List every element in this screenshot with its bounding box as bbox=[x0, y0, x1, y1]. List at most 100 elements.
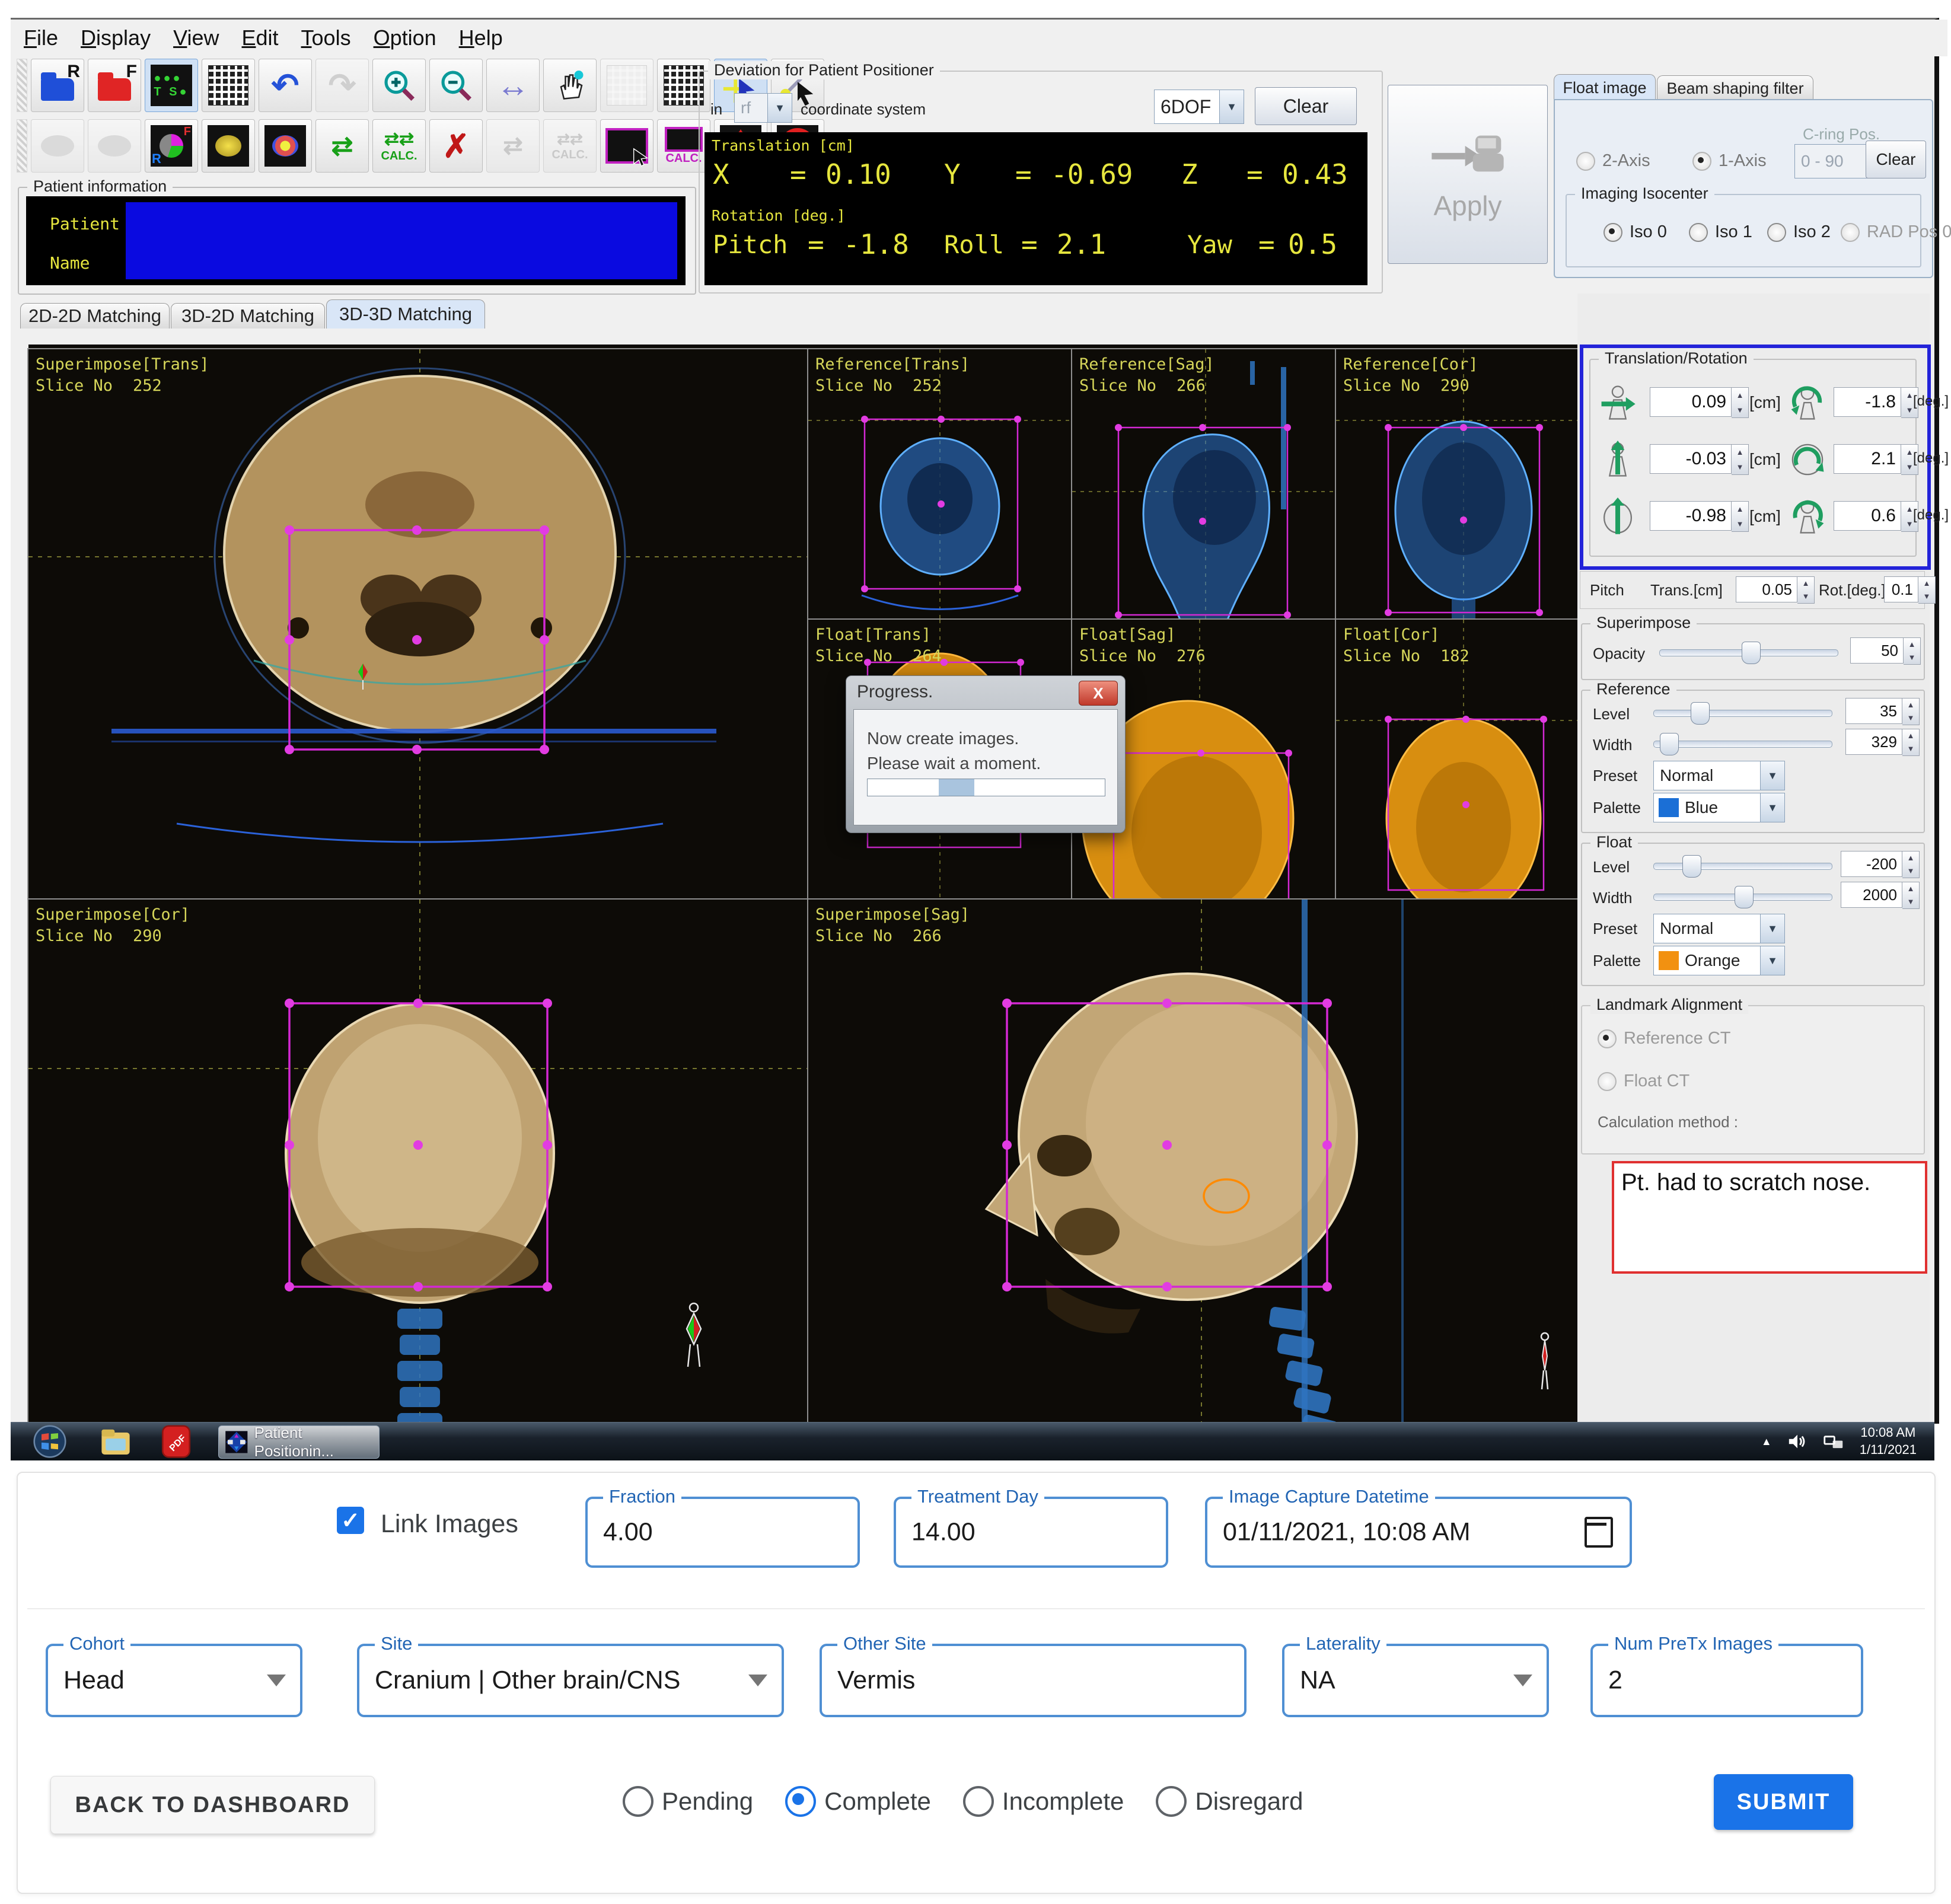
taskbar-app-button[interactable]: Patient Positionin... bbox=[218, 1425, 380, 1459]
tab-beam-shaping-filter[interactable]: Beam shaping filter bbox=[1657, 75, 1813, 101]
cohort-dropdown-icon[interactable] bbox=[267, 1675, 286, 1686]
viewport-superimpose-sag[interactable]: Superimpose[Sag] Slice No266 bbox=[808, 900, 1588, 1441]
menu-tools[interactable]: Tools bbox=[301, 25, 351, 50]
float-width-slider-thumb[interactable] bbox=[1735, 886, 1754, 908]
menu-edit[interactable]: Edit bbox=[241, 25, 278, 50]
radio-incomplete[interactable]: Incomplete bbox=[963, 1786, 1124, 1817]
site-field[interactable]: Site Cranium | Other brain/CNS bbox=[357, 1644, 784, 1717]
reference-ct-radio[interactable]: Reference CT bbox=[1598, 1029, 1731, 1048]
coordinate-system-combo[interactable]: rf▼ bbox=[734, 93, 792, 123]
trans-x-spin-arrows-icon[interactable]: ▲▼ bbox=[1732, 387, 1749, 418]
zoom-in-button[interactable] bbox=[372, 59, 426, 112]
laterality-dropdown-icon[interactable] bbox=[1513, 1675, 1532, 1686]
cohort-field[interactable]: Cohort Head bbox=[46, 1644, 302, 1717]
axis-grid-button[interactable] bbox=[600, 59, 653, 112]
menu-option[interactable]: Option bbox=[374, 25, 436, 50]
other-site-field[interactable]: Other Site Vermis bbox=[820, 1644, 1247, 1717]
viewport-float-cor[interactable]: Float[Cor] Slice No182 bbox=[1336, 620, 1588, 900]
explorer-taskbar-icon[interactable] bbox=[100, 1426, 132, 1457]
progress-close-button[interactable]: X bbox=[1079, 681, 1118, 706]
pitch-rot-spin-arrows-icon[interactable]: ▲▼ bbox=[1918, 576, 1936, 604]
tab-float-image[interactable]: Float image bbox=[1554, 74, 1656, 101]
pan-button[interactable]: ↔ bbox=[486, 59, 540, 112]
ref-level-slider-thumb[interactable] bbox=[1691, 702, 1710, 725]
float-level-slider[interactable] bbox=[1653, 863, 1832, 870]
axis-2-radio[interactable]: 2-Axis bbox=[1576, 151, 1650, 171]
back-to-dashboard-button[interactable]: BACK TO DASHBOARD bbox=[50, 1776, 375, 1834]
trans-y-spin-arrows-icon[interactable]: ▲▼ bbox=[1732, 444, 1749, 475]
fraction-field[interactable]: Fraction 4.00 bbox=[585, 1497, 860, 1568]
rad-pos-0-radio[interactable]: RAD Pos 0 bbox=[1841, 222, 1951, 242]
iso-1-radio[interactable]: Iso 1 bbox=[1689, 222, 1752, 242]
start-button-icon[interactable] bbox=[33, 1425, 66, 1458]
viewport-reference-cor[interactable]: Reference[Cor] Slice No290 bbox=[1336, 349, 1588, 620]
hand-tool-button[interactable] bbox=[543, 59, 597, 112]
viewport-superimpose-trans[interactable]: Superimpose[Trans] Slice No252 bbox=[28, 349, 808, 900]
float-clear-button[interactable]: Clear bbox=[1866, 141, 1926, 178]
trans-z-spin-arrows-icon[interactable]: ▲▼ bbox=[1732, 501, 1749, 532]
opacity-slider[interactable] bbox=[1659, 649, 1838, 656]
redo-button[interactable]: ↷ bbox=[315, 59, 369, 112]
reference-image-button[interactable]: RF bbox=[145, 119, 198, 173]
ref-width-spin-arrows-icon[interactable]: ▲▼ bbox=[1902, 729, 1920, 756]
open-reference-button[interactable]: R bbox=[31, 59, 84, 112]
clock[interactable]: 10:08 AM 1/11/2021 bbox=[1860, 1424, 1917, 1458]
auto-match-calc-button[interactable]: ⇄⇄CALC. bbox=[372, 119, 426, 173]
undo-button[interactable]: ↶ bbox=[259, 59, 312, 112]
color-brain-button[interactable] bbox=[259, 119, 312, 173]
rot-roll-spin[interactable]: 2.1 ▲▼ bbox=[1834, 444, 1918, 475]
float-preset-combo[interactable]: Normal▼ bbox=[1653, 914, 1785, 943]
ref-level-spin-arrows-icon[interactable]: ▲▼ bbox=[1902, 698, 1920, 725]
radio-disregard[interactable]: Disregard bbox=[1156, 1786, 1303, 1817]
menu-view[interactable]: View bbox=[173, 25, 219, 50]
disabled-calc-button[interactable]: ⇄⇄CALC. bbox=[543, 119, 597, 173]
menu-display[interactable]: Display bbox=[81, 25, 151, 50]
yellow-brain-button[interactable] bbox=[202, 119, 255, 173]
trans-x-spin[interactable]: 0.09 ▲▼ bbox=[1650, 387, 1749, 418]
network-icon[interactable] bbox=[1823, 1433, 1844, 1450]
ref-preset-combo[interactable]: Normal▼ bbox=[1653, 761, 1785, 790]
pdf-taskbar-icon[interactable]: PDF bbox=[160, 1425, 192, 1458]
disabled-view-a-button[interactable] bbox=[31, 119, 84, 173]
float-palette-combo[interactable]: Orange▼ bbox=[1653, 946, 1785, 975]
tab-3d-2d-matching[interactable]: 3D-2D Matching bbox=[171, 303, 325, 329]
ref-width-spin[interactable]: 329 ▲▼ bbox=[1845, 729, 1920, 756]
site-dropdown-icon[interactable] bbox=[748, 1675, 767, 1686]
laterality-field[interactable]: Laterality NA bbox=[1282, 1644, 1549, 1717]
float-level-spin-arrows-icon[interactable]: ▲▼ bbox=[1902, 851, 1920, 878]
volume-icon[interactable] bbox=[1787, 1433, 1807, 1450]
rot-pitch-spin[interactable]: -1.8 ▲▼ bbox=[1834, 387, 1918, 418]
float-width-slider[interactable] bbox=[1653, 894, 1832, 901]
opacity-spin-arrows-icon[interactable]: ▲▼ bbox=[1904, 637, 1921, 665]
menu-file[interactable]: File bbox=[24, 25, 58, 50]
disabled-match-button[interactable]: ⇄ bbox=[486, 119, 540, 173]
link-images-checkbox[interactable]: ✓ bbox=[337, 1507, 364, 1534]
ts-display-button[interactable]: ●●●T S● bbox=[145, 59, 198, 112]
viewport-reference-sag[interactable]: Reference[Sag] Slice No266 bbox=[1072, 349, 1336, 620]
treatment-day-field[interactable]: Treatment Day 14.00 bbox=[894, 1497, 1168, 1568]
float-width-spin-arrows-icon[interactable]: ▲▼ bbox=[1902, 882, 1920, 909]
rot-yaw-spin[interactable]: 0.6 ▲▼ bbox=[1834, 501, 1918, 532]
menu-help[interactable]: Help bbox=[459, 25, 503, 50]
float-level-spin[interactable]: -200 ▲▼ bbox=[1841, 851, 1920, 878]
tab-2d-2d-matching[interactable]: 2D-2D Matching bbox=[20, 303, 170, 329]
open-float-button[interactable]: F bbox=[88, 59, 141, 112]
dof-combo[interactable]: 6DOF▼ bbox=[1154, 90, 1244, 124]
zoom-out-button[interactable] bbox=[429, 59, 483, 112]
clear-match-button[interactable]: ✗ bbox=[429, 119, 483, 173]
float-width-spin[interactable]: 2000 ▲▼ bbox=[1841, 882, 1920, 909]
float-ct-radio[interactable]: Float CT bbox=[1598, 1071, 1689, 1091]
opacity-slider-thumb[interactable] bbox=[1742, 642, 1761, 664]
trans-y-spin[interactable]: -0.03 ▲▼ bbox=[1650, 444, 1749, 475]
radio-complete[interactable]: Complete bbox=[785, 1786, 931, 1817]
pitch-trans-spin-arrows-icon[interactable]: ▲▼ bbox=[1797, 576, 1815, 604]
auto-match-button[interactable]: ⇄ bbox=[315, 119, 369, 173]
tab-3d-3d-matching[interactable]: 3D-3D Matching bbox=[326, 299, 485, 329]
trans-z-spin[interactable]: -0.98 ▲▼ bbox=[1650, 501, 1749, 532]
calendar-icon[interactable] bbox=[1585, 1517, 1613, 1548]
ref-level-spin[interactable]: 35 ▲▼ bbox=[1845, 698, 1920, 725]
iso-2-radio[interactable]: Iso 2 bbox=[1767, 222, 1831, 242]
pitch-rot-spin[interactable]: 0.1 ▲▼ bbox=[1884, 576, 1936, 604]
session-note[interactable]: Pt. had to scratch nose. bbox=[1612, 1161, 1927, 1274]
disabled-view-b-button[interactable] bbox=[88, 119, 141, 173]
